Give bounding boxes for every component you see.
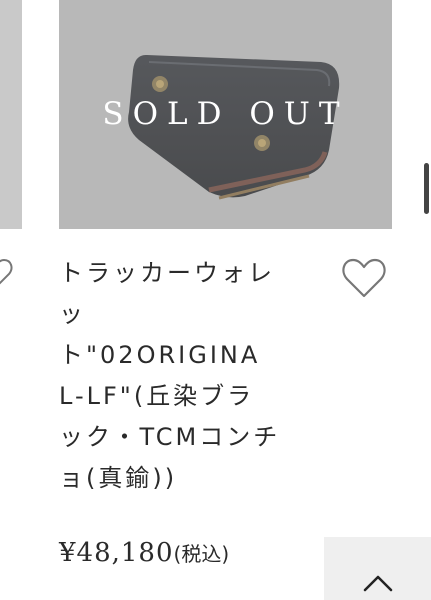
product-title-line: トラッカーウォレ — [59, 259, 275, 287]
product-price: ¥48,180(税込) — [59, 538, 229, 568]
product-title-line: L-LF"(丘染ブラ — [59, 382, 255, 410]
back-to-top-button[interactable] — [324, 537, 431, 600]
product-title[interactable]: トラッカーウォレ ッ ト"02ORIGINA L-LF"(丘染ブラ ック・TCM… — [59, 253, 329, 499]
favorite-button[interactable] — [339, 254, 389, 302]
scroll-indicator[interactable] — [424, 163, 429, 214]
adjacent-favorite-heart-icon[interactable] — [0, 256, 14, 292]
product-title-line: ッ — [59, 300, 86, 328]
product-title-line: ョ(真鍮)) — [59, 464, 178, 492]
product-title-line: ック・TCMコンチ — [59, 423, 281, 451]
sold-out-label: SOLD OUT — [102, 96, 349, 132]
product-title-line: ト"02ORIGINA — [59, 341, 261, 369]
product-image[interactable]: SOLD OUT — [59, 0, 392, 229]
chevron-up-icon — [363, 575, 393, 592]
heart-outline-icon — [342, 258, 386, 298]
tax-note: (税込) — [173, 542, 230, 566]
adjacent-product-image[interactable] — [0, 0, 22, 229]
price-value: ¥48,180 — [59, 538, 174, 568]
